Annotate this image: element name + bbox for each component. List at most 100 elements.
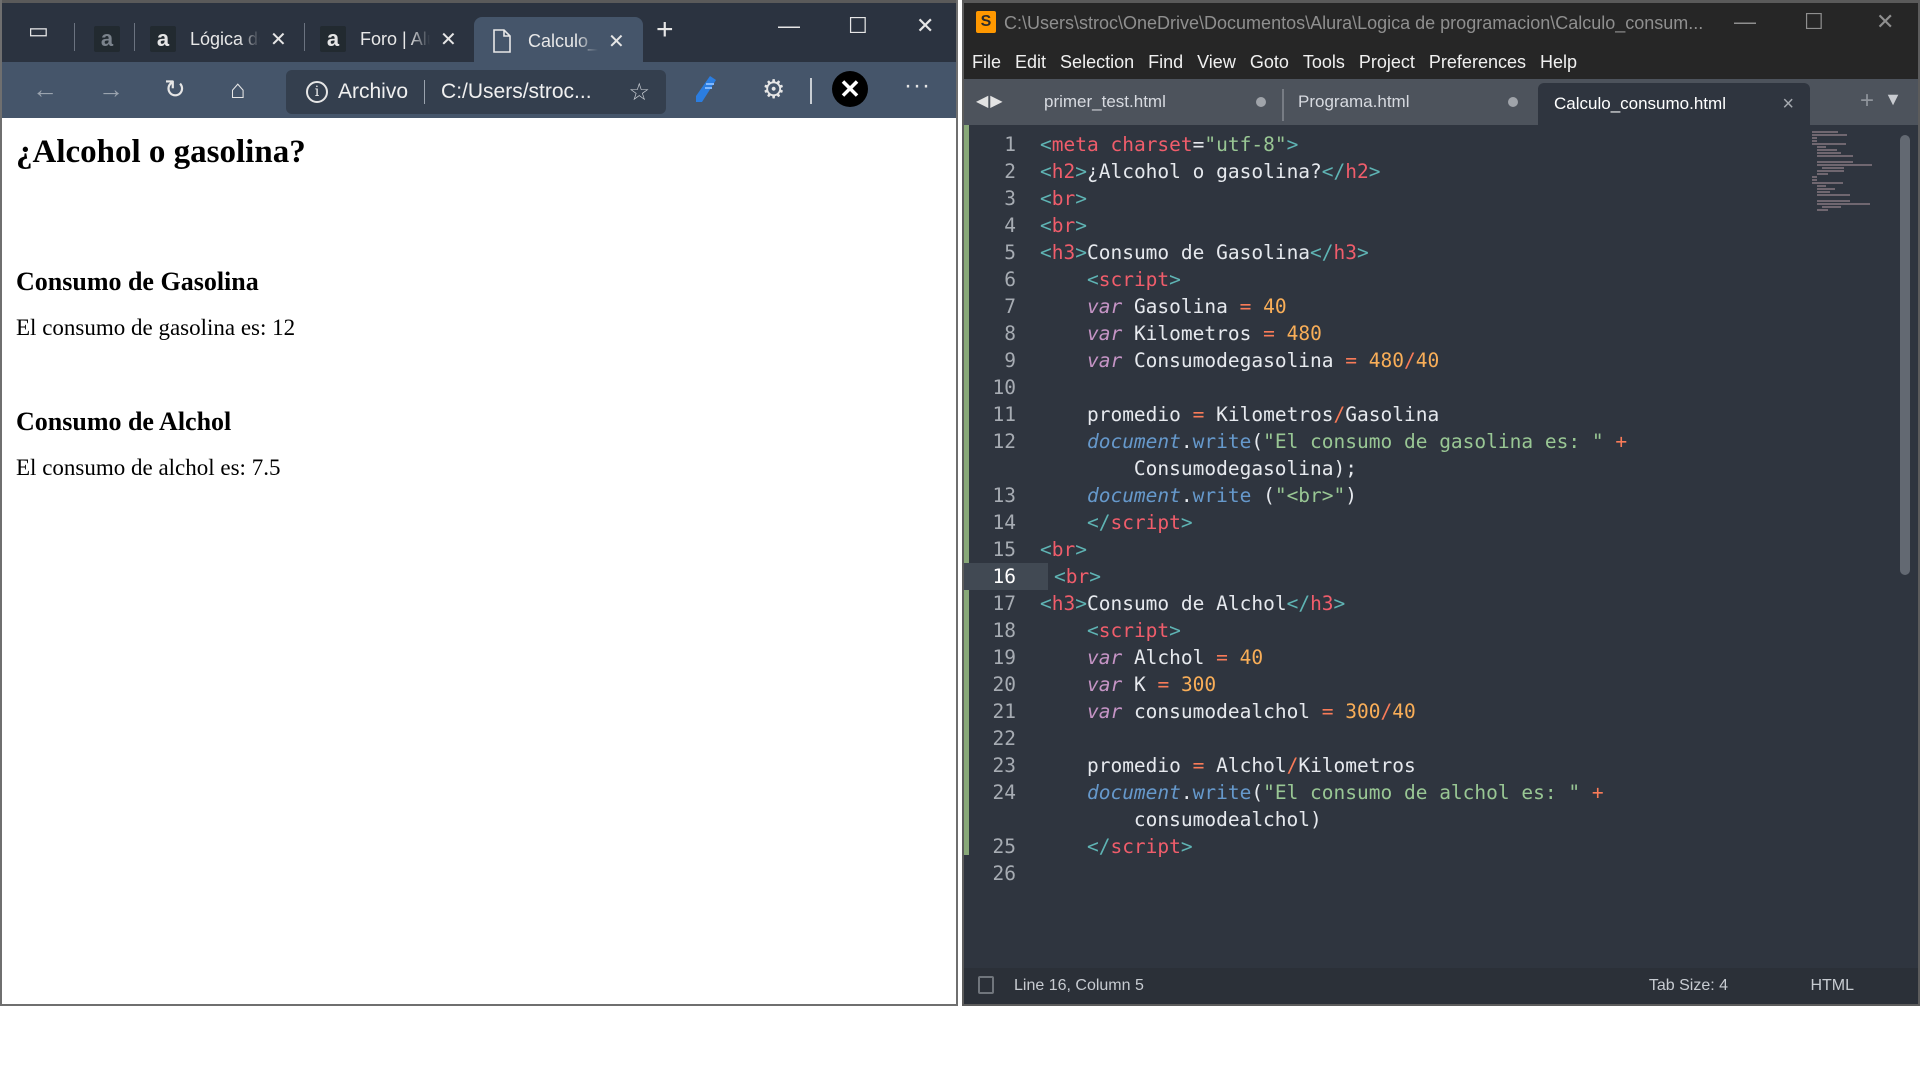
close-extension-icon[interactable]: ✕	[832, 71, 868, 107]
forward-button[interactable]: →	[98, 74, 124, 104]
code-token: 40	[1239, 646, 1264, 669]
code-line[interactable]: 11 promedio = Kilometros/Gasolina	[964, 401, 1918, 428]
more-menu-button[interactable]: ···	[904, 72, 931, 100]
code-line[interactable]: 21 var consumodealchol = 300/40	[964, 698, 1918, 725]
editor-window: S C:\Users\stroc\OneDrive\Documentos\Alu…	[962, 0, 1920, 1006]
close-window-button[interactable]: ✕	[1876, 9, 1894, 35]
new-tab-button[interactable]: +	[656, 13, 674, 47]
menu-tools[interactable]: Tools	[1303, 52, 1345, 73]
code-token: <	[1040, 592, 1052, 615]
tab-size[interactable]: Tab Size: 4	[1649, 977, 1728, 995]
close-tab-icon[interactable]: ✕	[440, 27, 457, 52]
browser-tab-foro[interactable]: a Foro | Alura ✕	[320, 15, 457, 63]
code-token: <	[1054, 565, 1066, 588]
code-line[interactable]: 17 <h3>Consumo de Alchol</h3>	[964, 590, 1918, 617]
code-line[interactable]: 7 var Gasolina = 40	[964, 293, 1918, 320]
address-text[interactable]: C:/Users/stroc...	[441, 80, 592, 104]
code-line[interactable]: 19 var Alchol = 40	[964, 644, 1918, 671]
code-line[interactable]: 4 <br>	[964, 212, 1918, 239]
code-line[interactable]: 18 <script>	[964, 617, 1918, 644]
code-line[interactable]: 24 document.write("El consumo de alchol …	[964, 779, 1918, 806]
menu-edit[interactable]: Edit	[1015, 52, 1046, 73]
editor-tab-primer-test[interactable]: primer_test.html	[1044, 79, 1266, 125]
close-tab-icon[interactable]: ×	[1782, 93, 1794, 116]
back-button[interactable]: ←	[32, 74, 58, 104]
tab-actions-icon[interactable]: ▭	[28, 18, 49, 44]
add-favorite-icon[interactable]: ☆	[628, 78, 650, 107]
code-token: h3	[1333, 241, 1358, 264]
line-number: 19	[992, 646, 1016, 669]
extensions-icon[interactable]: ⚙	[762, 74, 785, 105]
code-line[interactable]: 2 <h2>¿Alcohol o gasolina?</h2>	[964, 158, 1918, 185]
minimap[interactable]	[1812, 131, 1872, 211]
menu-selection[interactable]: Selection	[1060, 52, 1134, 73]
code-token: consumodealchol)	[1133, 808, 1322, 831]
code-token: var	[1086, 349, 1123, 372]
menu-file[interactable]: File	[972, 52, 1001, 73]
close-tab-icon[interactable]: ✕	[270, 27, 287, 52]
pen-extension-icon[interactable]	[692, 74, 718, 104]
tab-nav-arrows-icon[interactable]: ◀▶	[976, 91, 1005, 111]
editor-tab-programa[interactable]: Programa.html	[1298, 79, 1518, 125]
browser-tab-pinned[interactable]: a	[94, 15, 134, 63]
gasolina-heading: Consumo de Gasolina	[16, 267, 259, 296]
code-line[interactable]: 3 <br>	[964, 185, 1918, 212]
line-number: 25	[992, 835, 1016, 858]
menu-goto[interactable]: Goto	[1250, 52, 1289, 73]
browser-tab-calculo[interactable]: Calculo_consumo.html ✕	[474, 17, 643, 65]
menu-help[interactable]: Help	[1540, 52, 1577, 73]
code-line[interactable]: Consumodegasolina);	[964, 455, 1918, 482]
reload-button[interactable]: ↻	[164, 74, 186, 104]
code-line[interactable]: 5 <h3>Consumo de Gasolina</h3>	[964, 239, 1918, 266]
code-line[interactable]: 16 <br>	[964, 563, 1918, 590]
editor-tab-calculo-consumo[interactable]: Calculo_consumo.html ×	[1538, 83, 1810, 125]
maximize-button[interactable]: ☐	[1804, 9, 1824, 35]
minimize-button[interactable]: —	[1734, 9, 1756, 35]
minimap-line	[1816, 161, 1853, 163]
code-line[interactable]: consumodealchol)	[964, 806, 1918, 833]
minimize-button[interactable]: —	[778, 13, 800, 39]
code-token: >	[1075, 538, 1087, 561]
code-token: /	[1286, 754, 1299, 777]
code-token: document	[1086, 430, 1181, 453]
browser-tab-logica[interactable]: a Lógica de programación ✕	[150, 15, 287, 63]
menu-find[interactable]: Find	[1148, 52, 1183, 73]
code-token: write	[1192, 484, 1252, 507]
menu-view[interactable]: View	[1197, 52, 1236, 73]
maximize-button[interactable]: ☐	[848, 13, 868, 39]
address-bar[interactable]: i Archivo C:/Users/stroc... ☆	[286, 70, 666, 114]
code-line[interactable]: 8 var Kilometros = 480	[964, 320, 1918, 347]
menu-project[interactable]: Project	[1359, 52, 1415, 73]
line-text	[1016, 374, 1087, 401]
tab-dropdown-icon[interactable]: ▼	[1884, 89, 1902, 110]
code-area[interactable]: 1 <meta charset="utf-8"> 2 <h2>¿Alcohol o g…	[964, 125, 1918, 968]
home-button[interactable]: ⌂	[230, 74, 246, 104]
line-number: 20	[992, 673, 1016, 696]
new-tab-button[interactable]: +	[1860, 87, 1874, 115]
line-number: 22	[992, 727, 1016, 750]
code-line[interactable]: 22	[964, 725, 1918, 752]
info-icon[interactable]: i	[306, 81, 328, 103]
code-line[interactable]: 20 var K = 300	[964, 671, 1918, 698]
code-line[interactable]: 15 <br>	[964, 536, 1918, 563]
code-line[interactable]: 23 promedio = Alchol/Kilometros	[964, 752, 1918, 779]
code-line[interactable]: 9 var Consumodegasolina = 480/40	[964, 347, 1918, 374]
code-token: (	[1251, 484, 1275, 507]
close-tab-icon[interactable]: ✕	[608, 29, 625, 54]
code-line[interactable]: 1 <meta charset="utf-8">	[964, 131, 1918, 158]
syntax-mode[interactable]: HTML	[1810, 977, 1854, 995]
code-line[interactable]: 26	[964, 860, 1918, 887]
minimap-line	[1821, 167, 1845, 169]
code-line[interactable]: 6 <script>	[964, 266, 1918, 293]
menu-preferences[interactable]: Preferences	[1429, 52, 1526, 73]
code-line[interactable]: 10	[964, 374, 1918, 401]
code-line[interactable]: 13 document.write ("<br>")	[964, 482, 1918, 509]
code-line[interactable]: 12 document.write("El consumo de gasolin…	[964, 428, 1918, 455]
close-window-button[interactable]: ✕	[916, 13, 934, 39]
code-line[interactable]: 25 </script>	[964, 833, 1918, 860]
code-token: <	[1086, 619, 1099, 642]
code-line[interactable]: 14 </script>	[964, 509, 1918, 536]
vertical-scrollbar[interactable]	[1900, 135, 1910, 575]
sidebar-toggle-icon[interactable]	[978, 976, 994, 994]
